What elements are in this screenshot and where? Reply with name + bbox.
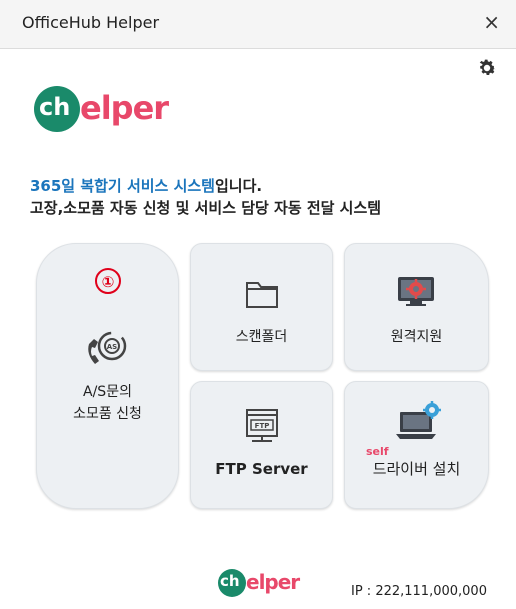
ftp-server-label: FTP Server [215, 460, 308, 478]
as-label-line2: 소모품 신청 [73, 406, 142, 422]
logo-text: elper [80, 89, 169, 127]
remote-gear-monitor-icon [398, 277, 434, 306]
tagline-highlight: 365일 복합기 서비스 시스템 [30, 177, 215, 195]
logo-circle-text: ch [39, 93, 71, 121]
footer-logo-circle-text: ch [220, 572, 240, 590]
phone-support-icon: AS [88, 331, 127, 364]
laptop-gear-icon [396, 401, 441, 439]
remote-support-label: 원격지원 [390, 329, 443, 345]
self-tag: self [366, 445, 389, 458]
title-bar: OfficeHub Helper × [0, 0, 516, 49]
tagline-line1: 365일 복합기 서비스 시스템입니다. [30, 175, 381, 197]
driver-install-button[interactable]: self 드라이버 설치 [344, 381, 489, 509]
scan-folder-label: 스캔폴더 [235, 329, 288, 345]
gear-icon[interactable] [476, 57, 498, 79]
window-title: OfficeHub Helper [22, 13, 160, 32]
as-request-button[interactable]: ① AS A/S문의 소모품 신청 [36, 243, 179, 509]
ftp-server-icon: FTP [246, 409, 278, 442]
folder-icon [246, 282, 278, 308]
tagline: 365일 복합기 서비스 시스템입니다. 고장,소모품 자동 신청 및 서비스 … [30, 175, 381, 219]
as-label-line1: A/S문의 [83, 384, 132, 400]
ftp-icon-text: FTP [255, 422, 270, 430]
ftp-server-button[interactable]: FTP FTP Server [190, 381, 333, 509]
step-number-badge: ① [95, 268, 121, 294]
close-icon[interactable]: × [483, 10, 500, 34]
footer-logo-text: elper [246, 570, 300, 594]
svg-text:AS: AS [107, 343, 117, 351]
tagline-suffix: 입니다. [214, 177, 263, 195]
remote-support-button[interactable]: 원격지원 [344, 243, 489, 371]
ip-address: IP : 222,111,000,000 [351, 584, 487, 599]
scan-folder-button[interactable]: 스캔폴더 [190, 243, 333, 371]
driver-install-label: 드라이버 설치 [372, 460, 461, 478]
tagline-line2: 고장,소모품 자동 신청 및 서비스 담당 자동 전달 시스템 [30, 199, 382, 217]
